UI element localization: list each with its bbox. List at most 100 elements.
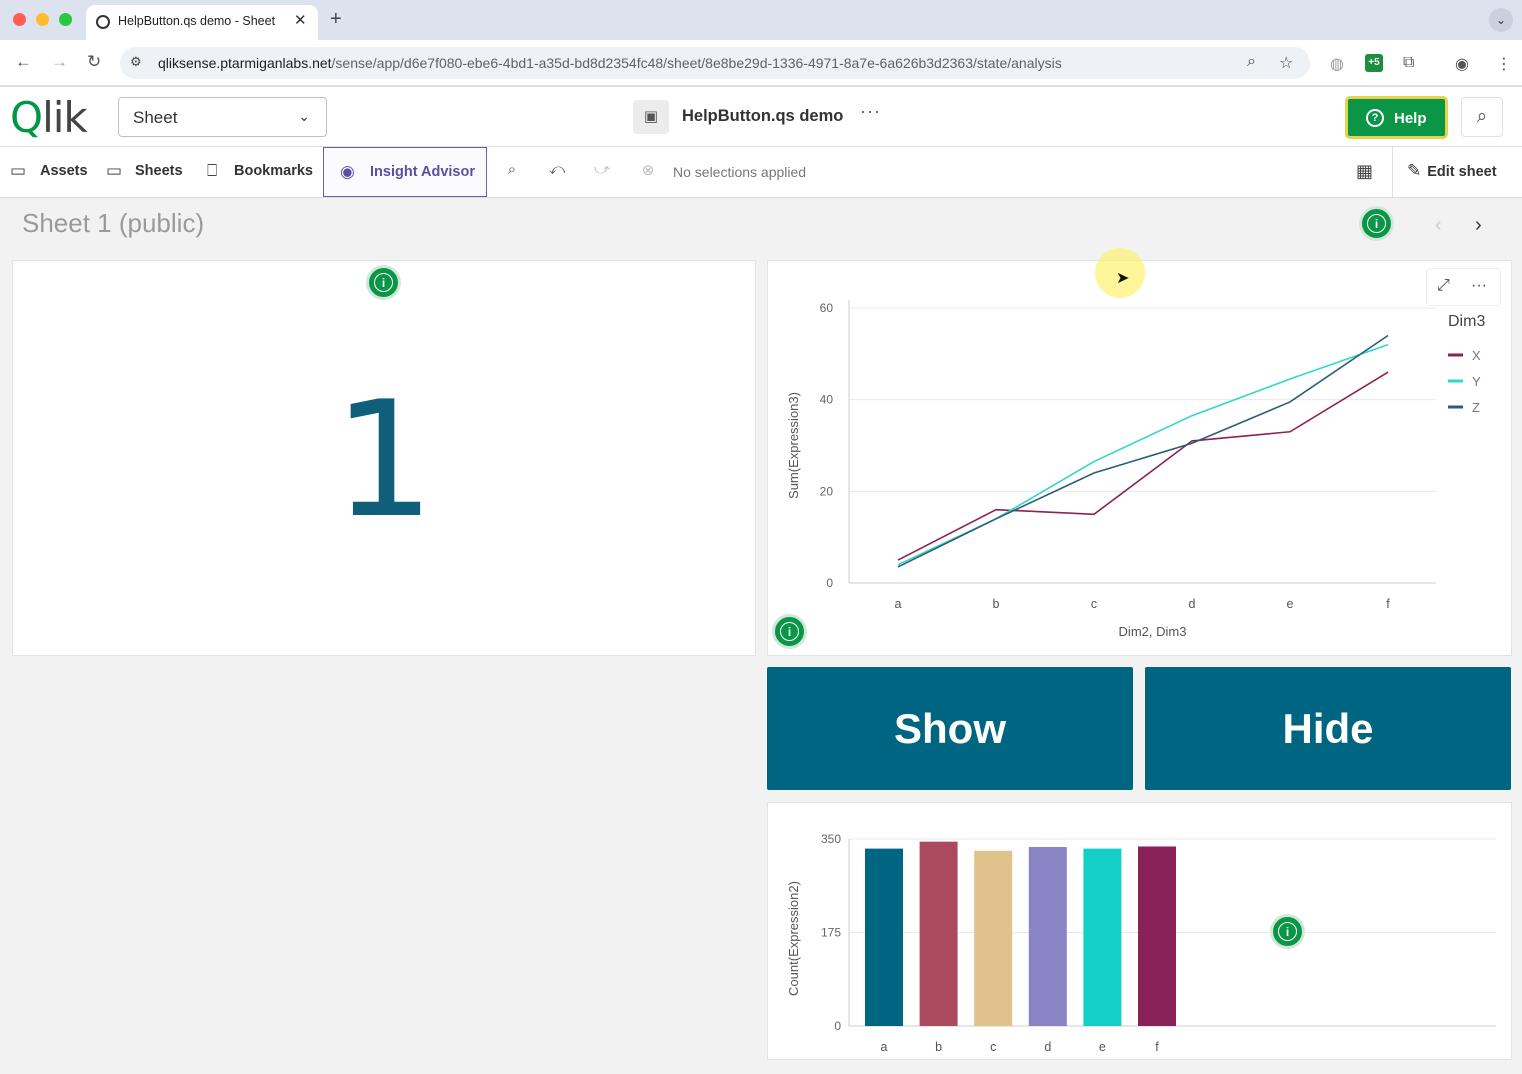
chevron-down-icon: ⌄: [298, 108, 310, 124]
smart-search-icon[interactable]: ⌕: [501, 161, 523, 183]
y-axis-title: Sum(Expression3): [786, 392, 801, 499]
series-line-x: [897, 371, 1389, 561]
help-button[interactable]: ? Help: [1345, 96, 1448, 139]
qlik-logo-text: lik: [42, 93, 88, 142]
sheet-title: Sheet 1 (public): [22, 208, 205, 238]
browser-menu-icon[interactable]: ⋮: [1496, 54, 1512, 74]
step-forward-icon[interactable]: ⤻: [591, 161, 613, 183]
profile-avatar-icon[interactable]: ◉: [1455, 54, 1469, 74]
step-back-icon[interactable]: ⤺: [546, 161, 568, 183]
x-tick-label: b: [993, 597, 1000, 611]
kpi-card[interactable]: 1: [12, 260, 756, 656]
info-glyph: i: [1285, 925, 1290, 939]
bar-d: [1028, 847, 1067, 1026]
next-sheet-icon[interactable]: ›: [1475, 214, 1482, 237]
address-bar[interactable]: ⚙ qliksense.ptarmiganlabs.net/sense/app/…: [120, 47, 1310, 79]
bar-chart-card[interactable]: 0 175 350 a b c d e f Count(Expression2): [767, 802, 1512, 1060]
assets-button[interactable]: Assets: [40, 163, 88, 179]
bookmark-icon[interactable]: ⎕: [207, 161, 217, 181]
app-overview-icon[interactable]: ▣: [633, 100, 669, 134]
legend-title: Dim3: [1448, 313, 1485, 330]
zoom-icon[interactable]: ⌕: [1247, 53, 1256, 71]
reload-icon[interactable]: ↻: [87, 52, 101, 72]
insight-advisor-label: Insight Advisor: [370, 164, 475, 180]
qlik-header: Qlik Sheet ⌄ ▣ HelpButton.qs demo ··· ? …: [0, 87, 1522, 147]
bar-e: [1083, 848, 1122, 1026]
insight-eye-icon: ◉: [340, 162, 355, 181]
bar-chart-info-icon[interactable]: i: [1270, 914, 1305, 949]
search-icon[interactable]: ⌕: [1461, 97, 1503, 137]
browser-tab-strip: HelpButton.qs demo - Sheet ✕ + ⌄: [0, 0, 1522, 40]
url-path: /sense/app/d6e7f080-ebe6-4bd1-a35d-bd8d2…: [331, 55, 1062, 71]
chart-more-icon[interactable]: ···: [1471, 277, 1487, 295]
x-tick-label: c: [990, 1040, 996, 1054]
window-zoom-dot[interactable]: [59, 13, 72, 26]
clear-selections-icon[interactable]: ⊗: [637, 161, 659, 183]
line-chart-info-icon[interactable]: i: [772, 614, 807, 649]
kpi-info-icon[interactable]: i: [366, 265, 401, 300]
bookmarks-button[interactable]: Bookmarks: [234, 163, 313, 179]
selections-status: No selections applied: [673, 164, 807, 180]
tab-search-chevron-icon[interactable]: ⌄: [1489, 8, 1513, 32]
show-button[interactable]: Show: [767, 667, 1133, 790]
expand-icon[interactable]: ⤢: [1437, 277, 1450, 295]
qlik-logo-q: Q: [10, 93, 43, 142]
assets-panel-icon[interactable]: ▭: [10, 161, 26, 181]
bar-f: [1138, 846, 1176, 1026]
x-tick-label: f: [1386, 597, 1390, 611]
extensions-puzzle-icon[interactable]: ⧉: [1403, 54, 1414, 72]
insight-advisor-button[interactable]: ◉ Insight Advisor: [323, 147, 487, 197]
y-tick-label: 350: [821, 832, 841, 846]
tab-close-icon[interactable]: ✕: [294, 11, 307, 29]
edit-sheet-button[interactable]: ✎ Edit sheet: [1407, 161, 1497, 181]
y-tick-label: 40: [820, 393, 834, 407]
new-tab-button[interactable]: +: [330, 8, 342, 31]
bar-b: [919, 841, 958, 1026]
hide-button[interactable]: Hide: [1145, 667, 1511, 790]
app-more-menu-icon[interactable]: ···: [860, 101, 881, 122]
legend-label-x: X: [1472, 348, 1481, 363]
url-text: qliksense.ptarmiganlabs.net/sense/app/d6…: [158, 55, 1062, 71]
qlik-toolbar: ▭ Assets ▭ Sheets ⎕ Bookmarks ◉ Insight …: [0, 147, 1522, 198]
info-glyph: i: [787, 625, 792, 639]
toolbar-divider: [1392, 147, 1393, 197]
extension-sheets-icon[interactable]: +5: [1365, 54, 1383, 72]
info-glyph: i: [1374, 217, 1379, 231]
x-tick-label: e: [1099, 1040, 1106, 1054]
y-tick-label: 60: [820, 301, 834, 315]
x-tick-label: d: [1044, 1040, 1051, 1054]
y-tick-label: 175: [821, 926, 841, 940]
line-chart: 0 20 40 60 a b c d e f Dim2, Dim3 Sum(Expression3) D…: [786, 300, 1485, 639]
line-chart-card[interactable]: 0 20 40 60 a b c d e f Dim2, Dim3 Sum(Expression3) D…: [767, 260, 1512, 656]
qlik-favicon-icon: [96, 15, 110, 29]
mouse-cursor-icon: ➤: [1116, 270, 1130, 287]
x-tick-label: d: [1189, 597, 1196, 611]
browser-toolbar: ← → ↻ ⚙ qliksense.ptarmiganlabs.net/sens…: [0, 40, 1522, 86]
window-minimize-dot[interactable]: [36, 13, 49, 26]
qlik-logo[interactable]: Qlik: [10, 93, 88, 142]
browser-tab-active[interactable]: HelpButton.qs demo - Sheet ✕: [86, 5, 318, 40]
forward-arrow-icon[interactable]: →: [51, 52, 68, 72]
sheets-icon[interactable]: ▭: [106, 161, 122, 181]
grid-view-icon[interactable]: ▦: [1356, 161, 1373, 182]
previous-sheet-icon[interactable]: ‹: [1435, 214, 1442, 237]
bar-chart: 0 175 350 a b c d e f Count(Expression2): [786, 832, 1496, 1054]
extension-globe-icon[interactable]: ◍: [1330, 54, 1344, 74]
legend-label-y: Y: [1472, 374, 1481, 389]
sheets-button[interactable]: Sheets: [135, 163, 183, 179]
bookmark-star-icon[interactable]: ☆: [1279, 53, 1293, 73]
question-icon: ?: [1366, 109, 1384, 127]
sheet-info-icon[interactable]: i: [1359, 206, 1394, 241]
site-info-icon[interactable]: ⚙: [130, 54, 142, 70]
back-arrow-icon[interactable]: ←: [15, 52, 32, 72]
app-title: HelpButton.qs demo: [682, 107, 844, 125]
url-host: qliksense.ptarmiganlabs.net: [158, 55, 332, 71]
x-tick-label: e: [1287, 597, 1294, 611]
window-close-dot[interactable]: [13, 13, 26, 26]
help-button-label: Help: [1394, 110, 1427, 127]
bar-c: [974, 850, 1013, 1026]
sheet-dropdown[interactable]: Sheet ⌄: [118, 97, 327, 137]
x-tick-label: c: [1091, 597, 1097, 611]
pencil-icon: ✎: [1407, 161, 1422, 180]
x-tick-label: f: [1155, 1040, 1159, 1054]
